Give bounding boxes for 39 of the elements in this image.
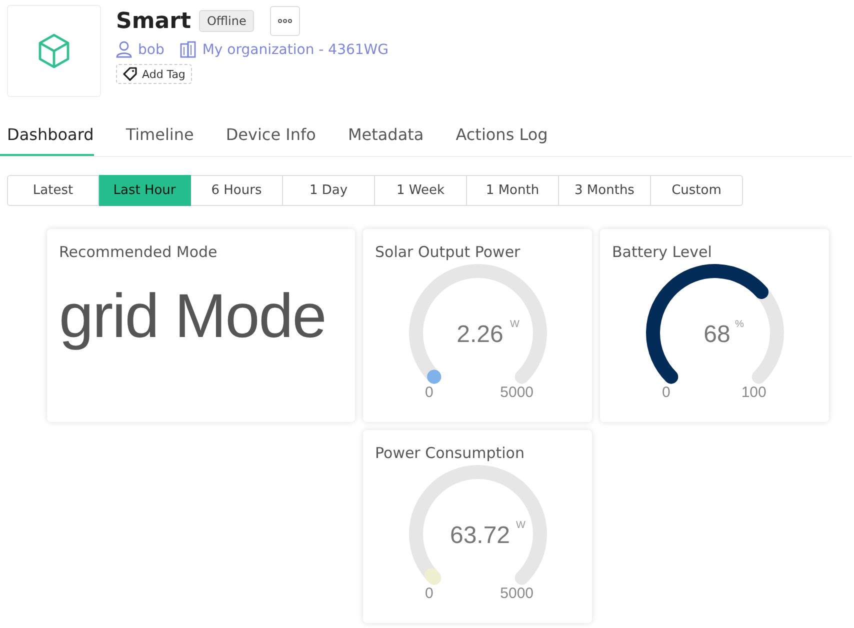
gauge-min: 0 (661, 384, 670, 401)
widget-title: Power Consumption (375, 444, 526, 462)
widget-value: grid Mode (59, 281, 327, 352)
more-button[interactable] (270, 6, 300, 36)
widget-title: Recommended Mode (59, 243, 218, 261)
gauge-min: 0 (424, 585, 433, 602)
time-range-button[interactable]: Custom (651, 175, 743, 206)
status-badge: Offline (198, 10, 254, 32)
gauge-max: 5000 (500, 384, 534, 401)
gauge-max: 100 (740, 384, 766, 401)
cube-icon (37, 33, 71, 69)
tab[interactable]: Actions Log (440, 114, 564, 156)
widget-title: Battery Level (612, 243, 713, 261)
widget-title: Solar Output Power (375, 243, 522, 261)
tag-icon (123, 67, 137, 81)
gauge-max: 5000 (500, 585, 534, 602)
add-tag-button[interactable]: Add Tag (116, 64, 192, 84)
time-range-button[interactable]: 1 Day (283, 175, 375, 206)
tab[interactable]: Device Info (210, 114, 332, 156)
tab[interactable]: Metadata (332, 114, 440, 156)
more-icon (278, 19, 292, 23)
user-icon (116, 41, 132, 58)
gauge-value: 68 (703, 321, 730, 348)
building-icon (180, 41, 196, 58)
gauge-value: 63.72 (449, 522, 510, 549)
gauge-unit: % (734, 319, 744, 330)
gauge-min: 0 (424, 384, 433, 401)
tab[interactable]: Timeline (110, 114, 210, 156)
time-range-button[interactable]: 6 Hours (191, 175, 283, 206)
time-range-button[interactable]: 3 Months (559, 175, 651, 206)
gauge-unit: W (516, 520, 525, 531)
gauge-value: 2.26 (456, 321, 503, 348)
time-range-button[interactable]: 1 Month (467, 175, 559, 206)
device-name: Smart (116, 8, 191, 34)
time-range-button[interactable]: Latest (7, 175, 99, 206)
tab[interactable]: Dashboard (0, 114, 94, 156)
time-range-button[interactable]: Last Hour (99, 175, 191, 206)
time-range-button[interactable]: 1 Week (375, 175, 467, 206)
gauge-unit: W (510, 319, 519, 330)
